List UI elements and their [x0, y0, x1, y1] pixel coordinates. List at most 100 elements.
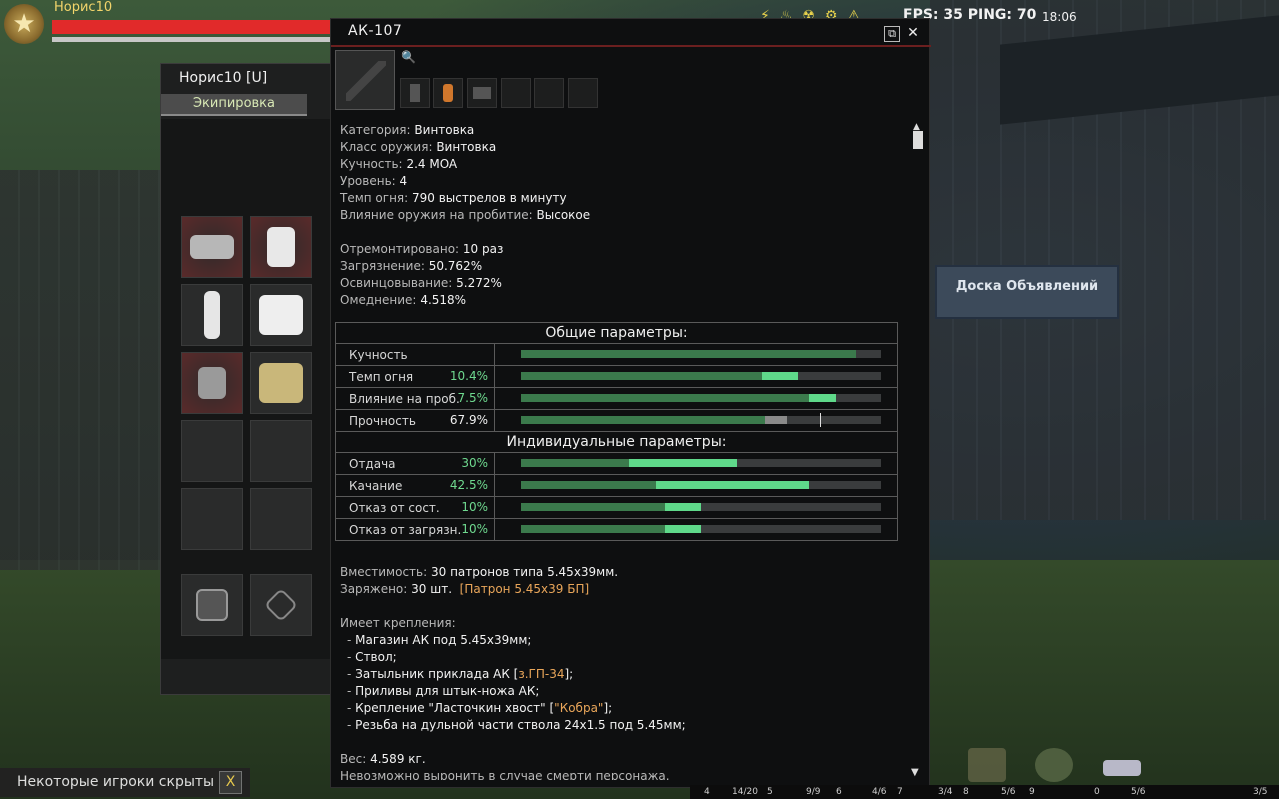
slot-device[interactable]	[181, 574, 243, 636]
lead-label: Освинцовывание:	[340, 276, 453, 290]
mount-item: - Резьба на дульной части ствола 24x1.5 …	[340, 717, 686, 734]
slot-jacket[interactable]	[250, 352, 312, 414]
equipment-grid	[161, 119, 331, 659]
weight-label: Вес:	[340, 752, 367, 766]
quickslot-helmet-icon[interactable]	[1035, 748, 1073, 782]
quickbar-count: 7	[897, 787, 903, 797]
mount-item: - Ствол;	[340, 649, 686, 666]
clock: 18:06	[1042, 10, 1077, 24]
param-name: Качание	[349, 478, 403, 493]
quickbar-count: 5	[767, 787, 773, 797]
attachment-slot-1[interactable]	[400, 78, 430, 108]
slot-shirt[interactable]	[250, 284, 312, 346]
slot-underwear[interactable]	[181, 216, 243, 278]
slot-pants[interactable]	[181, 284, 243, 346]
bullet: -	[347, 650, 356, 664]
repaired-value: 10 раз	[462, 242, 504, 256]
mount-text-end: ];	[564, 667, 574, 681]
param-bar-cell	[494, 365, 898, 388]
map-icon	[264, 588, 298, 622]
param-bar-cell	[494, 496, 898, 519]
magazine-icon	[443, 84, 453, 102]
mount-item: - Затыльник приклада АК [з.ГП-34];	[340, 666, 686, 683]
loaded-value: 30 шт.	[411, 582, 453, 596]
mount-attachment-link[interactable]: з.ГП-34	[518, 667, 564, 681]
quickbar-count: 8	[963, 787, 969, 797]
param-bar-cell	[494, 387, 898, 410]
mount-text: Магазин АК под 5.45x39мм;	[355, 633, 532, 647]
param-row: Прочность 67.9%	[335, 409, 898, 432]
category-value: Винтовка	[414, 123, 475, 137]
scrollbar-thumb[interactable]	[913, 131, 923, 149]
magnify-icon[interactable]: 🔍	[401, 50, 417, 66]
attachment-slot-2[interactable]	[433, 78, 463, 108]
close-icon[interactable]: ✕	[905, 26, 921, 42]
quickslot-bandage-icon[interactable]	[1103, 760, 1141, 776]
firerate-value: 790 выстрелов в минуту	[412, 191, 567, 205]
param-value: 30%	[461, 456, 488, 470]
param-name: Отдача	[349, 456, 396, 471]
individual-params-header: Индивидуальные параметры:	[335, 431, 898, 453]
quickbar-count: 3/5	[1253, 787, 1268, 797]
drop-note: Невозможно выронить в случае смерти перс…	[340, 769, 670, 780]
level-label: Уровень:	[340, 174, 396, 188]
mount-attachment-link[interactable]: "Кобра"	[554, 701, 603, 715]
param-label: Отдача 30%	[335, 452, 881, 475]
param-value: 67.9%	[449, 413, 488, 427]
bullet: -	[347, 667, 356, 681]
slot-map[interactable]	[250, 574, 312, 636]
mount-item: - Магазин АК под 5.45x39мм;	[340, 632, 686, 649]
mount-item: - Приливы для штык-ножа АК;	[340, 683, 686, 700]
loaded-ammo-link[interactable]: [Патрон 5.45x39 БП]	[460, 582, 590, 596]
bullet: -	[347, 633, 356, 647]
capacity-value: 30 патронов типа 5.45x39мм.	[430, 565, 619, 579]
notice-close-button[interactable]: X	[219, 771, 242, 794]
scroll-down-icon[interactable]: ▼	[911, 767, 919, 778]
attachment-slot-5[interactable]	[534, 78, 564, 108]
quickbar-count: 5/6	[1001, 787, 1016, 797]
mounts-block: Имеет крепления: - Магазин АК под 5.45x3…	[340, 615, 686, 734]
penetration-value: Высокое	[536, 208, 591, 222]
attachment-slot-6[interactable]	[568, 78, 598, 108]
dirt-label: Загрязнение:	[340, 259, 425, 273]
slot-empty[interactable]	[181, 420, 243, 482]
shorts-icon	[190, 235, 234, 259]
expand-icon[interactable]: ⧉	[884, 26, 900, 42]
class-value: Винтовка	[436, 140, 497, 154]
notice-text: Некоторые игроки скрыты	[17, 774, 215, 790]
tank-top-icon	[267, 227, 295, 267]
wooden-shed-left	[0, 170, 160, 570]
ammo-block: Вместимость: 30 патронов типа 5.45x39мм.…	[340, 564, 618, 598]
param-value: 10.4%	[449, 369, 488, 383]
pants-icon	[204, 291, 220, 339]
attachment-slot-3[interactable]	[467, 78, 497, 108]
slot-socks[interactable]	[181, 352, 243, 414]
slot-undershirt[interactable]	[250, 216, 312, 278]
notice-board-text: Доска Объявлений	[955, 279, 1099, 294]
attachment-slot-4[interactable]	[501, 78, 531, 108]
penetration-label: Влияние оружия на пробитие:	[340, 208, 533, 222]
slot-empty[interactable]	[250, 488, 312, 550]
param-name: Отказ от сост.	[349, 500, 440, 515]
param-row: Темп огня 10.4%	[335, 365, 898, 388]
mount-text: Затыльник приклада АК [	[355, 667, 519, 681]
inventory-panel: Норис10 [U] Экипировка	[160, 63, 332, 695]
copper-label: Омеднение:	[340, 293, 417, 307]
quickslot-item-rifle[interactable]	[968, 748, 1006, 782]
rank-star-icon: ★	[4, 4, 44, 44]
mount-text: Крепление "Ласточкин хвост" [	[355, 701, 555, 715]
tab-equipment[interactable]: Экипировка	[161, 94, 307, 116]
jacket-icon	[259, 363, 303, 403]
weight-block: Вес: 4.589 кг. Невозможно выронить в слу…	[340, 751, 670, 780]
bullet: -	[347, 701, 356, 715]
weapon-thumbnail[interactable]	[335, 50, 395, 110]
player-name: Норис10	[54, 0, 113, 15]
param-value: 42.5%	[449, 478, 488, 492]
param-name: Кучность	[349, 347, 408, 362]
slot-empty[interactable]	[250, 420, 312, 482]
slot-empty[interactable]	[181, 488, 243, 550]
param-row: Отдача 30%	[335, 452, 898, 475]
param-bar-cell	[494, 343, 898, 366]
param-bar-cell	[494, 409, 898, 432]
mount-item: - Крепление "Ласточкин хвост" ["Кобра"];	[340, 700, 686, 717]
